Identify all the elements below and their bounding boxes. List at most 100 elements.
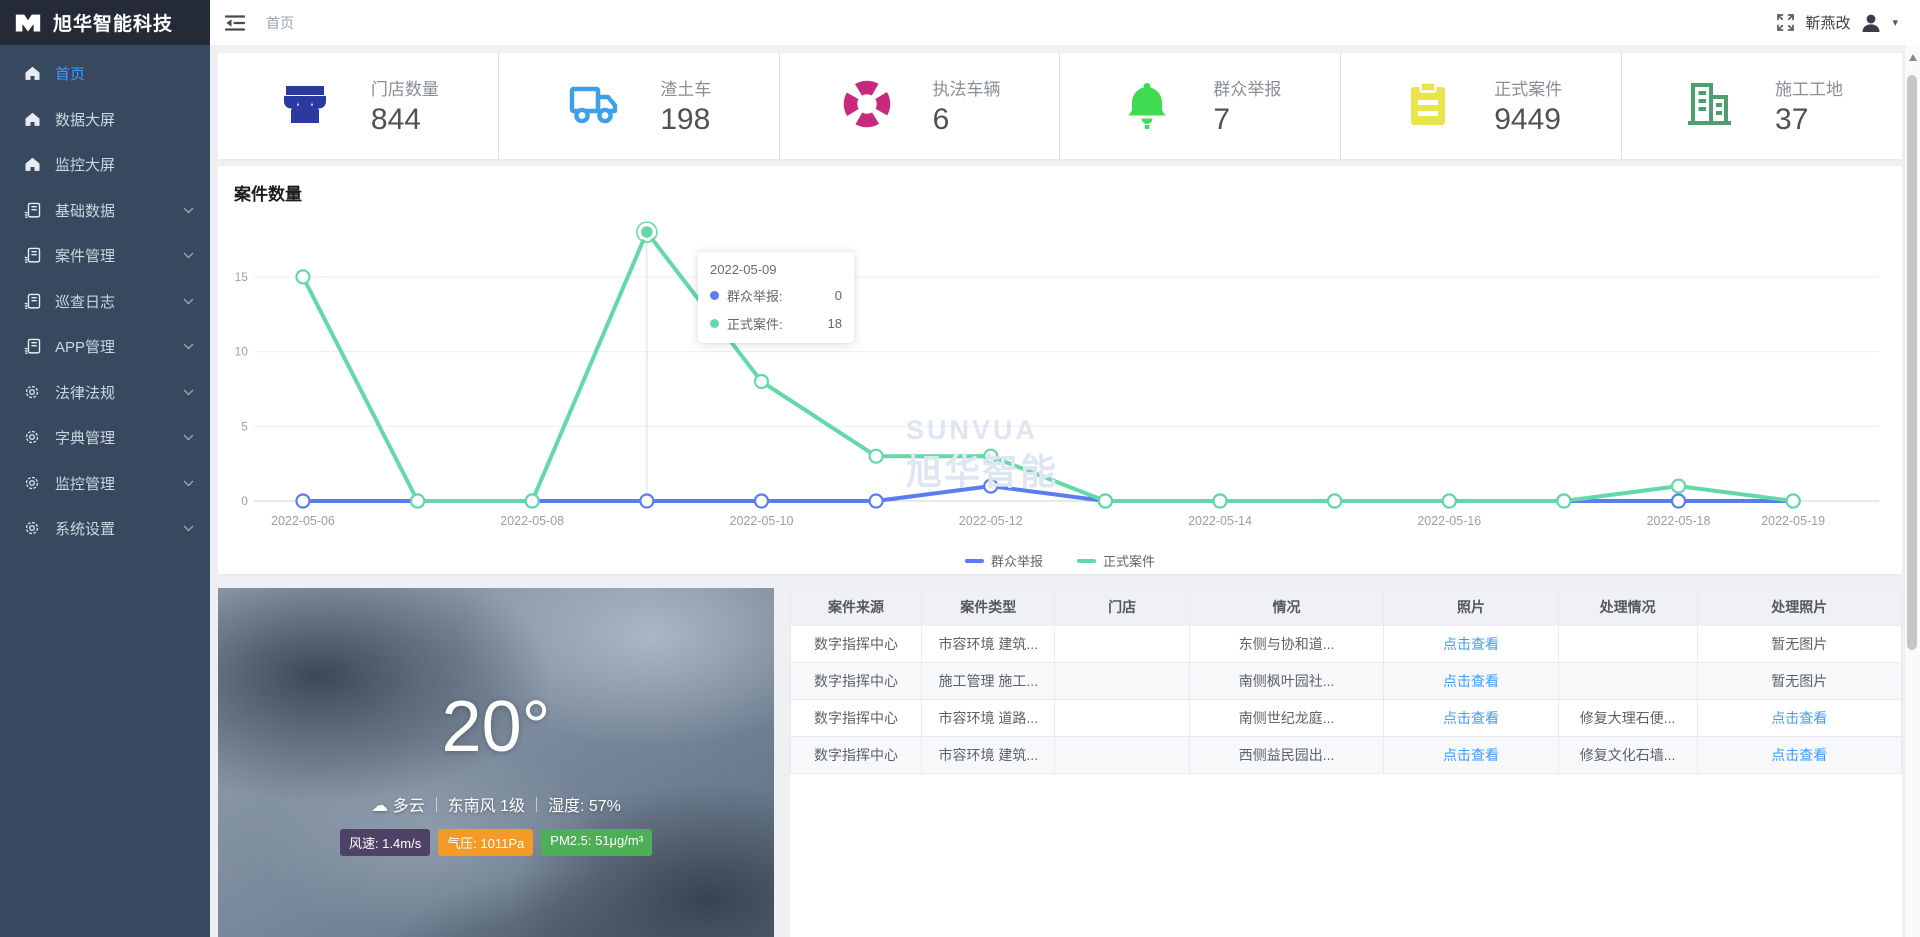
table-header-row: 案件来源案件类型门店情况照片处理情况处理照片 (791, 589, 1902, 626)
table-cell: 数字指挥中心 (791, 737, 922, 774)
weather-badge: 气压: 1011Pa (438, 829, 533, 856)
panel-icon (24, 293, 41, 310)
panel-icon (24, 247, 41, 264)
table-column-header: 案件类型 (922, 589, 1055, 626)
weather-conditions: ☁ 多云 东南风 1级 湿度: 57% (218, 792, 774, 816)
tooltip-row: 正式案件: 18 (710, 314, 842, 333)
gear-icon (24, 384, 41, 401)
svg-text:2022-05-08: 2022-05-08 (500, 514, 564, 528)
panel-icon (24, 338, 41, 355)
sidebar-item-0[interactable]: 首页 (0, 51, 210, 97)
table-cell (1558, 663, 1697, 700)
chart-legend: 群众举报 正式案件 (234, 551, 1886, 570)
table-cell: 东侧与协和道... (1189, 626, 1383, 663)
table-cell: 施工管理 施工... (922, 663, 1055, 700)
tooltip-rows: 群众举报: 0 正式案件: 18 (710, 286, 842, 333)
stat-label: 正式案件 (1494, 75, 1562, 100)
stat-text: 施工工地37 (1775, 75, 1843, 137)
view-photo-link[interactable]: 点击查看 (1384, 626, 1558, 663)
weather-badge: PM2.5: 51μg/m³ (541, 829, 652, 856)
stat-card-0: 门店数量844 (218, 53, 499, 159)
chevron-down-icon (183, 298, 194, 305)
bell-icon (1119, 76, 1175, 137)
breadcrumb[interactable]: 首页 (266, 13, 294, 33)
table-row: 数字指挥中心市容环境 建筑...西侧益民园出...点击查看修复文化石墙...点击… (791, 737, 1902, 774)
stat-card-3: 群众举报7 (1060, 53, 1341, 159)
user-menu-caret-icon[interactable]: ▾ (1892, 16, 1898, 29)
svg-text:10: 10 (235, 345, 249, 359)
view-photo-link[interactable]: 点击查看 (1384, 663, 1558, 700)
series-dot-icon (710, 291, 719, 300)
sidebar-item-2[interactable]: 监控大屏 (0, 142, 210, 188)
table-cell (1055, 737, 1189, 774)
view-photo-link[interactable]: 点击查看 (1384, 700, 1558, 737)
weather-wind: 东南风 1级 (448, 792, 525, 816)
weather-inline: ☁ 多云 (371, 792, 424, 816)
chevron-down-icon (183, 207, 194, 214)
scrollbar-up-arrow[interactable] (1909, 50, 1917, 61)
chart-svg: 0510152022-05-062022-05-082022-05-102022… (234, 211, 1886, 541)
tooltip-value: 0 (821, 288, 842, 303)
table-column-header: 照片 (1384, 589, 1558, 626)
sidebar-item-10[interactable]: 系统设置 (0, 506, 210, 552)
home-icon (24, 65, 41, 82)
table-cell (1055, 626, 1189, 663)
chevron-down-icon (183, 434, 194, 441)
sidebar-item-4[interactable]: 案件管理 (0, 233, 210, 279)
sidebar-item-label: 监控管理 (55, 473, 183, 494)
table-row: 数字指挥中心施工管理 施工...南侧枫叶园社...点击查看暂无图片 (791, 663, 1902, 700)
avatar[interactable] (1860, 12, 1882, 34)
table-row: 数字指挥中心市容环境 建筑...东侧与协和道...点击查看暂无图片 (791, 626, 1902, 663)
home-icon (24, 156, 41, 173)
stat-label: 门店数量 (371, 75, 439, 100)
legend-item[interactable]: 正式案件 (1077, 551, 1155, 570)
sidebar-item-8[interactable]: 字典管理 (0, 415, 210, 461)
table-cell: 南侧枫叶园社... (1189, 663, 1383, 700)
cases-table-card: 案件来源案件类型门店情况照片处理情况处理照片数字指挥中心市容环境 建筑...东侧… (790, 588, 1902, 937)
svg-text:2022-05-16: 2022-05-16 (1417, 514, 1481, 528)
stat-label: 施工工地 (1775, 75, 1843, 100)
fullscreen-icon[interactable] (1776, 13, 1795, 32)
tooltip-label: 正式案件: (727, 314, 783, 333)
table-column-header: 案件来源 (791, 589, 922, 626)
collapse-sidebar-icon[interactable] (224, 13, 246, 33)
weather-condition: 多云 (393, 798, 425, 815)
sidebar-item-6[interactable]: APP管理 (0, 324, 210, 370)
truck-icon (566, 76, 622, 137)
home-icon (24, 111, 41, 128)
sidebar-item-1[interactable]: 数据大屏 (0, 97, 210, 143)
sidebar-item-7[interactable]: 法律法规 (0, 370, 210, 416)
scrollbar-thumb[interactable] (1907, 75, 1917, 650)
series-dot-icon (710, 319, 719, 328)
stat-label: 渣土车 (660, 75, 711, 100)
app-logo[interactable]: 旭华智能科技 (0, 0, 210, 45)
cases-chart-card: 案件数量 SUNVUA 旭华智能 0510152022-05-062022-05… (218, 166, 1902, 574)
stat-value: 9449 (1494, 103, 1562, 137)
view-photo-link[interactable]: 点击查看 (1384, 737, 1558, 774)
sidebar-item-label: 系统设置 (55, 518, 183, 539)
sidebar-item-3[interactable]: 基础数据 (0, 188, 210, 234)
tooltip-value: 18 (814, 316, 842, 331)
table-cell: 市容环境 建筑... (922, 737, 1055, 774)
divider (436, 797, 437, 812)
chart-tooltip: 2022-05-09 群众举报: 0 正式案件: 18 (698, 252, 854, 343)
table-cell: 修复大理石便... (1558, 700, 1697, 737)
sidebar-item-label: 数据大屏 (55, 109, 194, 130)
sidebar-item-5[interactable]: 巡查日志 (0, 279, 210, 325)
tooltip-date: 2022-05-09 (710, 262, 842, 277)
cases-line-chart[interactable]: SUNVUA 旭华智能 0510152022-05-062022-05-0820… (234, 211, 1886, 541)
table-cell: 暂无图片 (1697, 663, 1901, 700)
tooltip-label: 群众举报: (727, 286, 783, 305)
page-content: 门店数量844渣土车198执法车辆6群众举报7正式案件9449施工工地37 案件… (210, 46, 1920, 937)
clipboard-icon (1400, 76, 1456, 137)
legend-item[interactable]: 群众举报 (965, 551, 1043, 570)
view-photo-link[interactable]: 点击查看 (1697, 700, 1901, 737)
scrollbar[interactable] (1904, 45, 1920, 937)
sidebar-item-9[interactable]: 监控管理 (0, 461, 210, 507)
weather-badge: 风速: 1.4m/s (340, 829, 430, 856)
view-photo-link[interactable]: 点击查看 (1697, 737, 1901, 774)
weather-card: 20° ☁ 多云 东南风 1级 湿度: 57% 风速: 1.4m/s气压: 10… (218, 588, 774, 937)
sidebar-item-label: APP管理 (55, 336, 183, 357)
stat-label: 执法车辆 (933, 75, 1001, 100)
sidebar-item-label: 首页 (55, 63, 194, 84)
